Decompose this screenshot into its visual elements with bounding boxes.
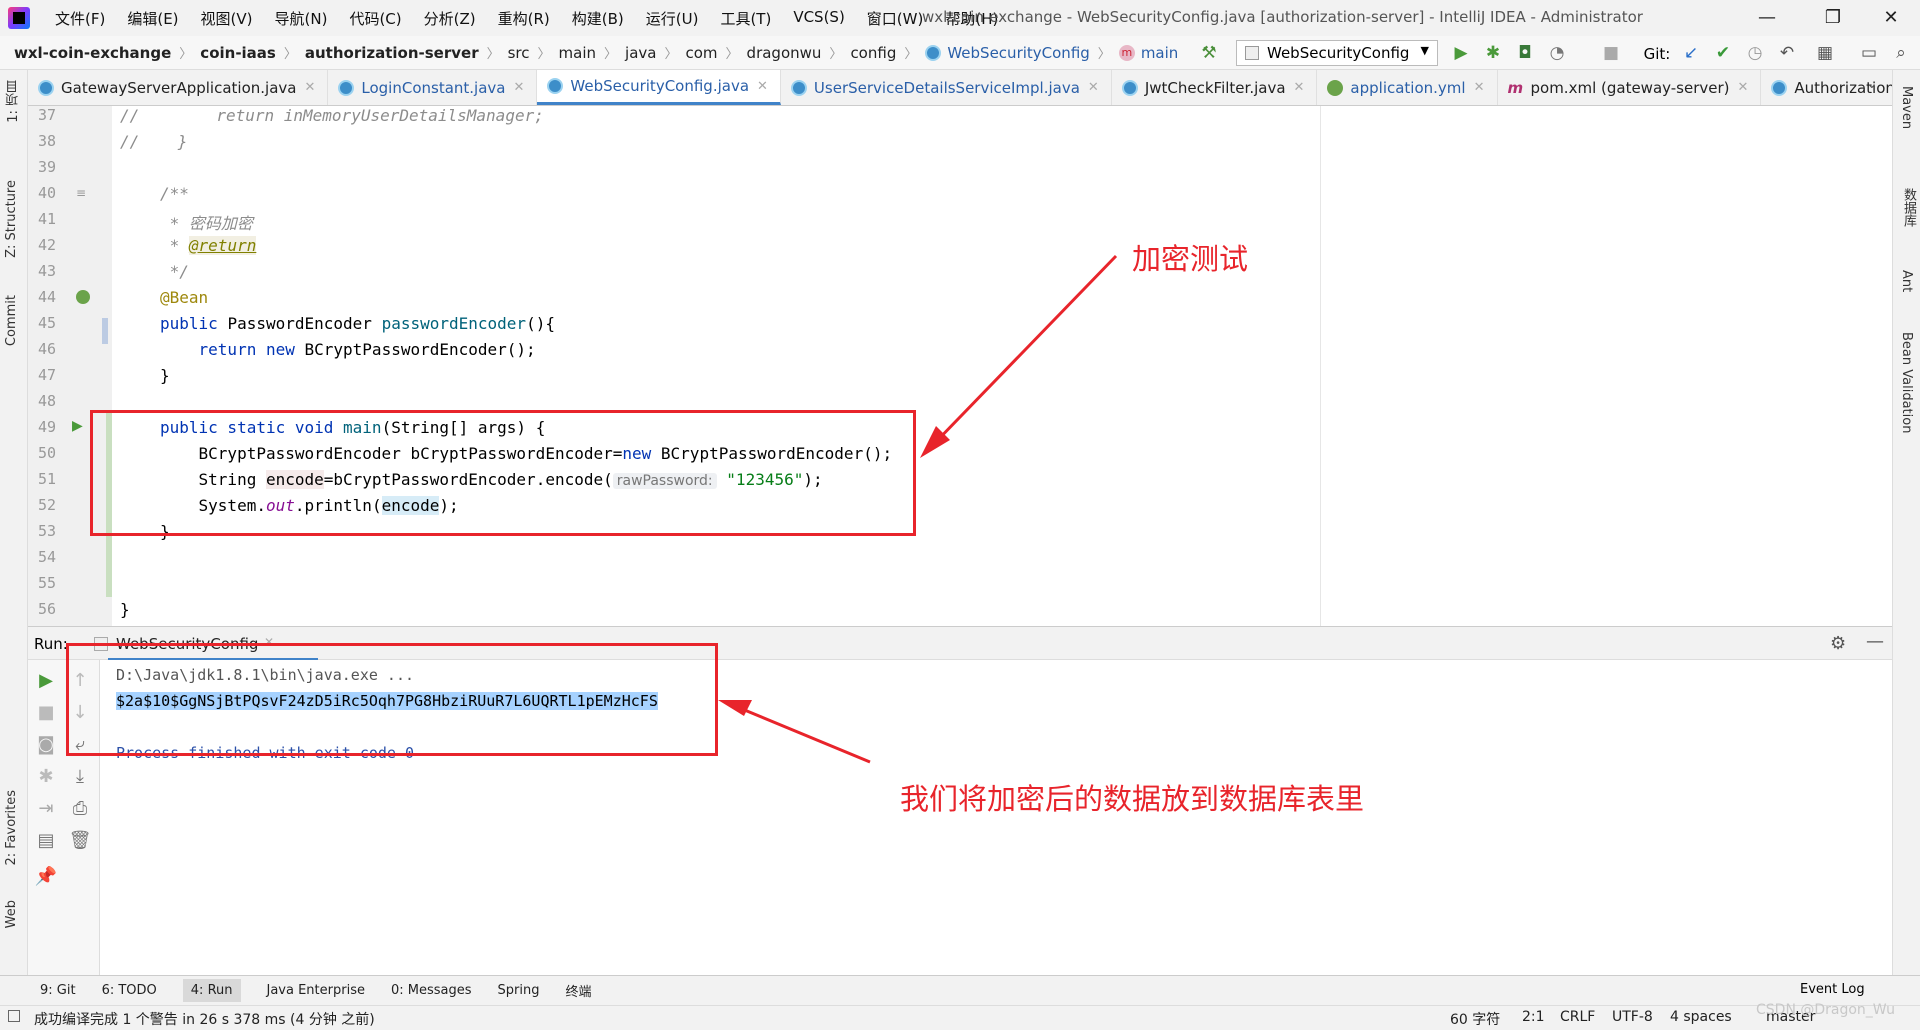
annotation-arrows (718, 254, 1118, 764)
annotation-note-bottom: 我们将加密后的数据放到数据库表里 (900, 782, 1365, 816)
annotation-note-top: 加密测试 (1132, 242, 1249, 276)
watermark: CSDN @Dragon_Wu (1756, 1002, 1896, 1018)
arrow-line-bottom (729, 702, 871, 764)
arrow-line-top (928, 254, 1118, 450)
arrow-head-bottom (718, 700, 752, 716)
